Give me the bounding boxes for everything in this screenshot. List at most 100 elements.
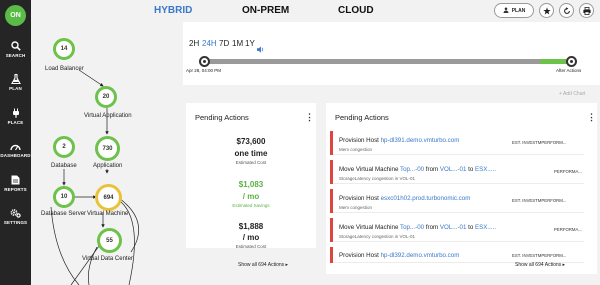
- logo[interactable]: ON: [5, 5, 26, 26]
- action-target-link[interactable]: esxc01h02.prod.turbonomic.com: [381, 195, 471, 202]
- favorite-button[interactable]: [539, 3, 554, 18]
- timeline-start-label: Apr 28, 04:00 PM: [186, 68, 222, 73]
- time-option-1y[interactable]: 1Y: [245, 39, 255, 48]
- sidebar-item-plan[interactable]: PLAN: [0, 74, 31, 104]
- action-verb: Provision Host: [339, 137, 381, 144]
- topology-node-application[interactable]: 730: [95, 136, 120, 161]
- monthly-cost-caption: Estimated Cost: [235, 244, 267, 249]
- speaker-icon[interactable]: [257, 40, 264, 58]
- topology-node-virtual-data-center[interactable]: 55: [97, 228, 122, 253]
- action-description[interactable]: Provision Host esxc01h02.prod.turbonomic…: [339, 195, 470, 202]
- action-source-link[interactable]: VOL...-01: [440, 166, 466, 173]
- action-destination-link[interactable]: ESX.....: [475, 224, 496, 231]
- action-row[interactable]: Provision Host hp-dl392.demo.vmturbo.com…: [330, 247, 584, 263]
- estimated-savings-period: / mo: [242, 192, 260, 201]
- action-verb: Move Virtual Machine: [339, 166, 400, 173]
- monthly-cost-period: / mo: [242, 233, 260, 242]
- action-row[interactable]: Provision Host esxc01h02.prod.turbonomic…: [330, 189, 584, 213]
- action-row[interactable]: Move Virtual Machine Top...-00 from VOL.…: [330, 160, 584, 184]
- topology-label-virtual-application: Virtual Application: [84, 113, 132, 119]
- topology-node-database[interactable]: 2: [53, 136, 75, 158]
- action-reason: StorageLatency congestion in VOL-01: [339, 176, 416, 181]
- dashboard-icon: [0, 142, 31, 151]
- report-icon: [0, 175, 31, 185]
- sidebar-item-label: PLAN: [9, 86, 22, 91]
- estimated-cost-caption: Estimated Cost: [235, 160, 267, 165]
- supply-chain-topology: 14 Load Balancer 20 Virtual Application …: [31, 22, 181, 285]
- action-tag: PERFORMA...: [554, 169, 582, 174]
- action-verb: Move Virtual Machine: [339, 224, 400, 231]
- caret-right-icon: ▸: [285, 262, 289, 268]
- timeline-end-label: After Actions: [556, 68, 582, 73]
- time-option-7d[interactable]: 7D: [219, 39, 229, 48]
- more-options-icon[interactable]: ⋮: [305, 113, 314, 123]
- sidebar: ON SEARCH PLAN PLACE DASHBOARD REPORTS S…: [0, 0, 31, 285]
- action-reason: StorageLatency congestion in VOL-01: [339, 234, 416, 239]
- action-description[interactable]: Move Virtual Machine Top...-00 from VOL.…: [339, 224, 496, 231]
- card-title: Pending Actions: [195, 113, 249, 122]
- action-connector: from: [424, 166, 440, 173]
- timeline-track[interactable]: [204, 59, 571, 64]
- action-verb: Provision Host: [339, 195, 381, 202]
- timeline-card: 2H 24H 7D 1M 1Y Apr 28, 04:00 PM After A…: [183, 22, 600, 85]
- sidebar-item-reports[interactable]: REPORTS: [0, 175, 31, 205]
- action-description[interactable]: Provision Host hp-dl391.demo.vmturbo.com: [339, 137, 459, 144]
- pending-actions-summary-card: Pending Actions ⋮ $73,600 one time Estim…: [186, 103, 316, 249]
- estimated-cost-value: $73,600: [236, 137, 266, 146]
- show-all-label: Show all 694 Actions: [515, 262, 562, 268]
- sidebar-item-label: PLACE: [7, 120, 24, 125]
- time-option-2h[interactable]: 2H: [189, 39, 199, 48]
- topology-label-load-balancer: Load Balancer: [45, 66, 84, 72]
- refresh-icon: [563, 2, 571, 20]
- topology-label-database: Database: [51, 163, 77, 169]
- topology-node-load-balancer[interactable]: 14: [53, 38, 75, 60]
- show-all-actions-link[interactable]: Show all 694 Actions ▸: [238, 262, 288, 268]
- action-target-link[interactable]: hp-dl391.demo.vmturbo.com: [381, 137, 460, 144]
- sidebar-item-label: SEARCH: [5, 53, 26, 58]
- action-description[interactable]: Provision Host hp-dl392.demo.vmturbo.com: [339, 252, 459, 259]
- timeline-start-handle[interactable]: [199, 56, 210, 67]
- action-description[interactable]: Move Virtual Machine Top...-00 from VOL.…: [339, 166, 496, 173]
- timeline-end-handle[interactable]: [566, 56, 577, 67]
- action-target-link[interactable]: Top...-00: [400, 166, 424, 173]
- flask-icon: [0, 74, 31, 84]
- action-target-link[interactable]: hp-dl392.demo.vmturbo.com: [381, 252, 460, 259]
- refresh-button[interactable]: [559, 3, 574, 18]
- action-connector: to: [466, 166, 475, 173]
- topology-node-virtual-application[interactable]: 20: [95, 86, 117, 108]
- action-tag: EST. INVESTMPERFORM...: [512, 198, 567, 203]
- action-tag: PERFORMA...: [554, 227, 582, 232]
- show-all-actions-link[interactable]: Show all 694 Actions ▸: [515, 262, 565, 268]
- action-row[interactable]: Move Virtual Machine Top...-00 from VOL.…: [330, 218, 584, 242]
- print-icon: [582, 2, 591, 20]
- app-window: ON SEARCH PLAN PLACE DASHBOARD REPORTS S…: [0, 0, 600, 285]
- topology-node-virtual-machine[interactable]: 694: [95, 184, 122, 211]
- tab-on-prem[interactable]: ON-PREM: [242, 5, 289, 16]
- topology-node-database-server[interactable]: 10: [53, 186, 75, 208]
- action-source-link[interactable]: VOL...-01: [440, 224, 466, 231]
- add-chart-link[interactable]: + Add Chart: [559, 91, 586, 97]
- time-option-24h[interactable]: 24H: [202, 39, 217, 48]
- tab-cloud[interactable]: CLOUD: [338, 5, 374, 16]
- action-tag: EST. INVESTMPERFORM...: [512, 140, 567, 145]
- sidebar-item-place[interactable]: PLACE: [0, 108, 31, 138]
- action-destination-link[interactable]: ESX.....: [475, 166, 496, 173]
- more-options-icon[interactable]: ⋮: [587, 113, 596, 123]
- tab-hybrid[interactable]: HYBRID: [154, 5, 192, 16]
- print-button[interactable]: [579, 3, 594, 18]
- sidebar-item-settings[interactable]: SETTINGS: [0, 208, 31, 238]
- plug-icon: [0, 108, 31, 118]
- action-reason: Mem congestion: [339, 147, 373, 152]
- severity-bar: [330, 218, 333, 242]
- action-row[interactable]: Provision Host hp-dl391.demo.vmturbo.com…: [330, 131, 584, 155]
- sidebar-item-search[interactable]: SEARCH: [0, 41, 31, 71]
- time-option-1m[interactable]: 1M: [232, 39, 243, 48]
- plan-button[interactable]: PLAN: [494, 3, 534, 18]
- show-all-label: Show all 694 Actions: [238, 262, 285, 268]
- topology-label-virtual-machine: Virtual Machine: [87, 211, 129, 217]
- plan-button-label: PLAN: [511, 7, 526, 14]
- sidebar-item-dashboard[interactable]: DASHBOARD: [0, 142, 31, 172]
- severity-bar: [330, 247, 333, 263]
- action-target-link[interactable]: Top...-00: [400, 224, 424, 231]
- sidebar-item-label: DASHBOARD: [0, 153, 31, 158]
